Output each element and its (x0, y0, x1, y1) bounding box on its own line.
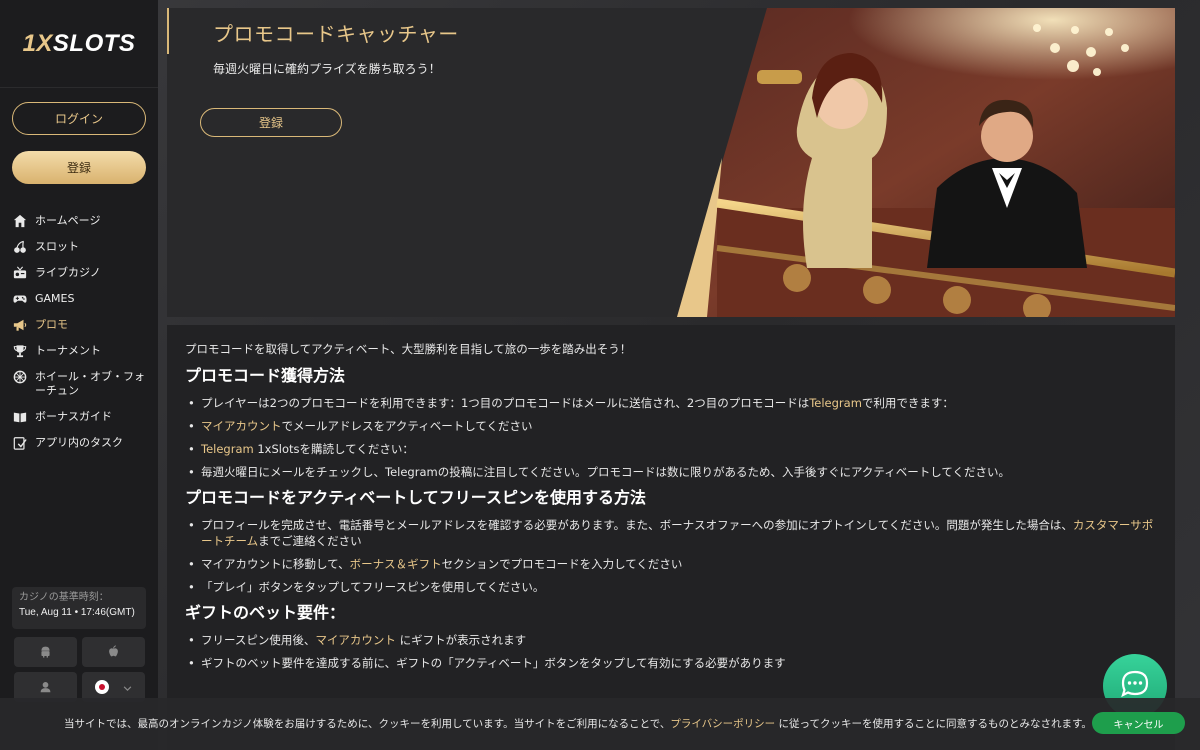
sidebar-item-app-tasks[interactable]: アプリ内のタスク (0, 430, 158, 456)
list-item-text: 1xSlotsを購読してください： (253, 442, 414, 456)
sidebar-nav: ホームページ スロット ライブカジノ GAMES プロモ トーナメント ホイール… (0, 208, 158, 456)
sidebar-item-label: ボーナスガイド (35, 410, 112, 423)
japan-flag-icon (95, 680, 109, 694)
logo-text: SLOTS (52, 29, 136, 57)
live-casino-icon (12, 266, 28, 280)
megaphone-icon (12, 318, 28, 332)
wheel-icon (12, 370, 28, 384)
logo-mark: 1X (22, 29, 53, 57)
list-item-text: 「プレイ」ボタンをタップしてフリースピンを使用してください。 (201, 580, 545, 594)
task-icon (12, 436, 28, 450)
list-item-text: までご連絡ください (258, 534, 362, 548)
list-item-text: プレイヤーは2つのプロモコードを利用できます：1つ目のプロモコードはメールに送信… (201, 396, 810, 410)
sidebar-item-label: ホームページ (35, 214, 101, 227)
sidebar-item-label: トーナメント (35, 344, 101, 357)
sidebar-item-promo[interactable]: プロモ (0, 312, 158, 338)
my-account-link[interactable]: マイアカウント (201, 419, 282, 433)
hero-register-button[interactable]: 登録 (200, 108, 342, 137)
list-item-text: でメールアドレスをアクティベートしてください (281, 419, 533, 433)
section-heading: プロモコードをアクティベートしてフリースピンを使用する方法 (185, 488, 646, 507)
cookie-banner: 当サイトでは、最高のオンラインカジノ体験をお届けするために、クッキーを利用してい… (0, 698, 1200, 750)
promo-content: プロモコードを取得してアクティベート、大型勝利を目指して旅の一歩を踏み出そう！ … (167, 325, 1175, 750)
sidebar-item-label: アプリ内のタスク (35, 436, 123, 449)
cherry-icon (12, 240, 28, 254)
list-item: フリースピン使用後、マイアカウント にギフトが表示されます (185, 632, 1157, 648)
chevron-down-icon (123, 678, 132, 697)
home-icon (12, 214, 28, 228)
section-heading: プロモコード獲得方法 (185, 366, 346, 385)
logo-area: 1XSLOTS (0, 0, 158, 88)
ios-app-button[interactable] (82, 637, 145, 667)
trophy-icon (12, 344, 28, 358)
section-list: プロフィールを完成させ、電話番号とメールアドレスを確認する必要があります。また、… (185, 517, 1157, 595)
casino-time-label: カジノの基準時刻： (19, 592, 109, 603)
sidebar-item-label: スロット (35, 240, 79, 253)
cookie-text-part: 当サイトでは、最高のオンラインカジノ体験をお届けするために、クッキーを利用してい… (64, 718, 671, 730)
list-item-text: マイアカウントに移動して、 (201, 557, 350, 571)
gamepad-icon (12, 292, 28, 306)
list-item-text: ギフトのベット要件を達成する前に、ギフトの「アクティベート」ボタンをタップして有… (201, 656, 786, 670)
android-icon (39, 643, 52, 662)
section-list: フリースピン使用後、マイアカウント にギフトが表示されます ギフトのベット要件を… (185, 632, 1157, 671)
section-list: プレイヤーは2つのプロモコードを利用できます：1つ目のプロモコードはメールに送信… (185, 395, 1157, 480)
hero-subtitle: 毎週火曜日に確約プライズを勝ち取ろう！ (213, 62, 441, 76)
list-item: プレイヤーは2つのプロモコードを利用できます：1つ目のプロモコードはメールに送信… (185, 395, 1157, 411)
sidebar-item-label: プロモ (35, 318, 68, 331)
hero-illustration (677, 8, 1175, 317)
list-item-text: セクションでプロモコードを入力してください (441, 557, 683, 571)
android-app-button[interactable] (14, 637, 77, 667)
privacy-policy-link[interactable]: プライバシーポリシー (670, 718, 775, 730)
list-item-text: で利用できます： (861, 396, 954, 410)
promo-hero-banner: プロモコードキャッチャー 毎週火曜日に確約プライズを勝ち取ろう！ 登録 (167, 8, 1175, 317)
list-item-text: 毎週火曜日にメールをチェックし、Telegramの投稿に注目してください。プロモ… (201, 465, 1011, 479)
sidebar-item-label: GAMES (35, 292, 75, 305)
sidebar-item-live-casino[interactable]: ライブカジノ (0, 260, 158, 286)
register-button[interactable]: 登録 (12, 151, 146, 184)
casino-time-value: Tue, Aug 11 • 17:46(GMT) (19, 607, 135, 618)
logo[interactable]: 1XSLOTS (23, 30, 136, 58)
list-item: マイアカウントに移動して、ボーナス＆ギフトセクションでプロモコードを入力してくだ… (185, 556, 1157, 572)
list-item: 毎週火曜日にメールをチェックし、Telegramの投稿に注目してください。プロモ… (185, 464, 1157, 480)
login-button[interactable]: ログイン (12, 102, 146, 135)
list-item: 「プレイ」ボタンをタップしてフリースピンを使用してください。 (185, 579, 1157, 595)
bonus-gifts-link[interactable]: ボーナス＆ギフト (350, 557, 442, 571)
sidebar-item-wheel-of-fortune[interactable]: ホイール・オブ・フォーチュン (0, 364, 158, 404)
cookie-text: 当サイトでは、最高のオンラインカジノ体験をお届けするために、クッキーを利用してい… (64, 716, 1092, 731)
list-item-text: にギフトが表示されます (395, 633, 527, 647)
sidebar-item-home[interactable]: ホームページ (0, 208, 158, 234)
sidebar-item-label: ホイール・オブ・フォーチュン (35, 370, 145, 397)
list-item-text: プロフィールを完成させ、電話番号とメールアドレスを確認する必要があります。また、… (201, 518, 1073, 532)
sidebar: 1XSLOTS ログイン 登録 ホームページ スロット ライブカジノ GAMES… (0, 0, 158, 750)
cookie-cancel-button[interactable]: キャンセル (1092, 712, 1185, 734)
apple-icon (107, 643, 120, 662)
telegram-link[interactable]: Telegram (201, 442, 254, 456)
sidebar-item-bonus-guide[interactable]: ボーナスガイド (0, 404, 158, 430)
sidebar-item-tournament[interactable]: トーナメント (0, 338, 158, 364)
sidebar-item-slots[interactable]: スロット (0, 234, 158, 260)
list-item: Telegram 1xSlotsを購読してください： (185, 441, 1157, 457)
hero-title: プロモコードキャッチャー (213, 22, 459, 46)
hero-accent-line (167, 8, 169, 54)
sidebar-item-label: ライブカジノ (35, 266, 101, 279)
sidebar-item-games[interactable]: GAMES (0, 286, 158, 312)
section-heading: ギフトのベット要件： (185, 603, 346, 622)
my-account-link[interactable]: マイアカウント (315, 633, 396, 647)
list-item: プロフィールを完成させ、電話番号とメールアドレスを確認する必要があります。また、… (185, 517, 1157, 549)
list-item-text: フリースピン使用後、 (201, 633, 316, 647)
user-support-icon (39, 678, 52, 697)
list-item: マイアカウントでメールアドレスをアクティベートしてください (185, 418, 1157, 434)
cookie-text-part: に従ってクッキーを使用することに同意するものとみなされます。 (775, 718, 1092, 730)
list-item: ギフトのベット要件を達成する前に、ギフトの「アクティベート」ボタンをタップして有… (185, 655, 1157, 671)
book-icon (12, 410, 28, 424)
casino-time-box: カジノの基準時刻： Tue, Aug 11 • 17:46(GMT) (12, 587, 146, 629)
telegram-link[interactable]: Telegram (809, 396, 862, 410)
intro-text: プロモコードを取得してアクティベート、大型勝利を目指して旅の一歩を踏み出そう！ (185, 342, 632, 356)
